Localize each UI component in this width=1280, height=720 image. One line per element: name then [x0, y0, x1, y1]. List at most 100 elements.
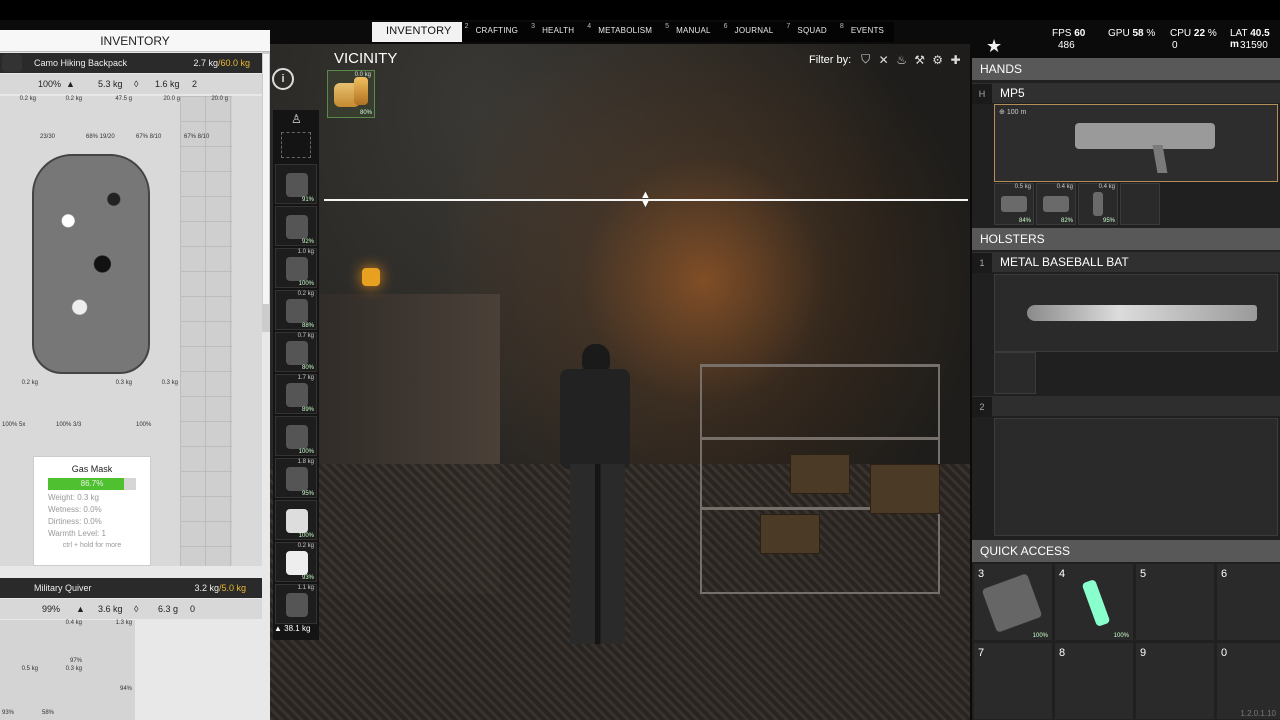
fps-readout: FPS 60	[1052, 28, 1085, 39]
resize-arrows-icon[interactable]: ▲ ▼	[640, 190, 651, 210]
medical-filter-icon[interactable]: ✚	[948, 53, 963, 67]
backpack-stat-2: 1.6 kg	[155, 79, 180, 89]
vicinity-item-slot[interactable]: 0.0 kg 80%	[327, 70, 375, 118]
equip-slot-socks[interactable]: 0.2 kg 93%	[275, 542, 317, 582]
clothing-filter-icon[interactable]: ⛉	[858, 52, 873, 67]
quick-slot-5[interactable]: 5	[1136, 564, 1214, 640]
tab-inventory[interactable]: INVENTORY	[372, 22, 462, 42]
slot-condition: 82%	[1060, 218, 1073, 224]
tab-crafting[interactable]: 2 CRAFTING	[461, 22, 529, 42]
info-icon[interactable]: i	[272, 68, 294, 90]
equip-slot-vest[interactable]: 1.0 kg 100%	[275, 248, 317, 288]
quiver-capacity: /5.0 kg	[218, 583, 246, 593]
holster-1-attachment[interactable]	[994, 352, 1036, 394]
tab-metabolism[interactable]: 4 METABOLISM	[584, 22, 663, 42]
star-icon[interactable]: ★	[986, 36, 1002, 57]
tab-label: HEALTH	[542, 26, 575, 35]
scrollbar-thumb[interactable]	[263, 54, 269, 304]
body-icon[interactable]: ♙	[291, 112, 302, 126]
quick-slot-7[interactable]: 7	[974, 643, 1052, 719]
equip-slot-gloves[interactable]: 1.7 kg 89%	[275, 374, 317, 414]
slot-condition: 84%	[1018, 218, 1031, 224]
inventory-item-keys[interactable]: 0.3 kg 58%	[40, 666, 84, 716]
inventory-item-canteen[interactable]: 1.3 kg 94%	[84, 620, 134, 692]
inventory-item-tape[interactable]: 0.2 kg 23/30	[38, 96, 84, 140]
equip-slot-pants[interactable]: 1.8 kg 95%	[275, 458, 317, 498]
equip-slot-boots[interactable]: 1.1 kg	[275, 584, 317, 624]
cpu-sub-value: 0	[1172, 40, 1178, 51]
slot-weight: 0.2 kg	[297, 543, 314, 549]
quick-slot-6[interactable]: 6	[1217, 564, 1280, 640]
inventory-item-medkit[interactable]: 0.3 kg 100% 3/3	[54, 380, 134, 428]
slot-key: H	[972, 84, 992, 104]
tab-events[interactable]: 8 EVENTS	[836, 22, 895, 42]
game-viewport[interactable]: ▲ ▼	[270, 44, 970, 720]
wall-lamp	[362, 268, 380, 286]
hands-weapon-slot[interactable]: ⊕ 100 m	[994, 104, 1278, 182]
inventory-panel: INVENTORY Camo Hiking Backpack 2.7 kg/60…	[0, 30, 270, 720]
crafting-filter-icon[interactable]: ⚙	[930, 53, 945, 67]
flashlight-icon	[1043, 196, 1069, 212]
slot-weight: 1.1 kg	[297, 585, 314, 591]
attachment-slot-muzzle[interactable]: 0.5 kg 84%	[994, 183, 1034, 225]
inventory-item-pack[interactable]: 20.0 g 67% 8/10	[182, 96, 230, 140]
attachment-slot-empty[interactable]	[1120, 183, 1160, 225]
inventory-item-padlock[interactable]: 0.5 kg 93%	[0, 666, 40, 716]
quiver-bar[interactable]: Military Quiver 3.2 kg/5.0 kg	[0, 578, 262, 598]
quick-slot-9[interactable]: 9	[1136, 643, 1214, 719]
item-condition: 100%	[136, 422, 152, 428]
equip-slot-belt[interactable]: 100%	[275, 416, 317, 456]
tab-number: 7	[786, 23, 791, 30]
backpack-bar[interactable]: Camo Hiking Backpack 2.7 kg/60.0 kg	[0, 53, 262, 73]
tab-health[interactable]: 3 HEALTH	[528, 22, 585, 42]
gpu-unit: %	[1146, 28, 1156, 39]
socks-icon	[286, 551, 308, 575]
inventory-item-syringe[interactable]: 0.3 kg 100%	[134, 380, 180, 428]
bottle-icon	[354, 77, 368, 105]
quiver-stats: 99% ▲ 3.6 kg ◊ 6.3 g 0	[0, 599, 262, 619]
inventory-item-radio[interactable]: 0.2 kg 100% 5x	[0, 380, 40, 428]
equip-slot-face[interactable]: 92%	[275, 206, 317, 246]
quick-slot-4[interactable]: 4 100%	[1055, 564, 1133, 640]
filter-label: Filter by:	[809, 53, 852, 66]
tools-filter-icon[interactable]: ⚒	[912, 53, 927, 67]
lat-label: LAT	[1230, 28, 1248, 39]
equip-slot-head[interactable]: 91%	[275, 164, 317, 204]
food-filter-icon[interactable]: ♨	[894, 53, 909, 67]
inventory-item-knife[interactable]: 0.4 kg 97%	[0, 620, 84, 664]
quick-slot-0[interactable]: 0	[1217, 643, 1280, 719]
inventory-item-tape[interactable]: 0.2 kg	[0, 96, 38, 140]
equip-slot-shirt[interactable]: 0.2 kg 88%	[275, 290, 317, 330]
tab-label: CRAFTING	[475, 26, 519, 35]
inventory-scrollbar[interactable]	[262, 52, 270, 332]
holster-2-slot[interactable]	[994, 418, 1278, 536]
jacket-icon	[286, 341, 308, 365]
item-condition: 97%	[69, 658, 82, 664]
item-condition: 58%	[42, 710, 55, 716]
equip-slot-underwear[interactable]: 100%	[275, 500, 317, 540]
quiver-contents[interactable]: 0.4 kg 97% 1.3 kg 94% 0.5 kg 93% 0.3 kg …	[0, 620, 135, 720]
weapon-range-value: 100 m	[1006, 109, 1027, 116]
tab-journal[interactable]: 6 JOURNAL	[720, 22, 784, 42]
quiver-weight: 3.2 kg/5.0 kg	[194, 583, 246, 593]
tab-squad[interactable]: 7 SQUAD	[783, 22, 837, 42]
shirt-icon	[286, 299, 308, 323]
fps-sub-value: 486	[1058, 40, 1075, 51]
inventory-header: INVENTORY	[0, 30, 270, 52]
attachment-slot-light[interactable]: 0.4 kg 82%	[1036, 183, 1076, 225]
item-weight: 0.3 kg	[161, 380, 178, 386]
attachment-slot-magazine[interactable]: 0.4 kg 95%	[1078, 183, 1118, 225]
holster-1-slot[interactable]	[994, 274, 1278, 352]
inventory-item-bandage[interactable]: 47.5 g 68% 19/20	[84, 96, 134, 140]
swap-icon[interactable]	[281, 132, 311, 158]
tooltip-weight: Weight: 0.3 kg	[48, 493, 99, 502]
equip-slot-jacket[interactable]: 0.7 kg 80%	[275, 332, 317, 372]
tab-number: 3	[531, 23, 536, 30]
slot-key: 6	[1221, 568, 1228, 580]
quick-slot-3[interactable]: 3 100%	[974, 564, 1052, 640]
inventory-item-pack[interactable]: 20.0 g 67% 8/10	[134, 96, 182, 140]
backpack-grid[interactable]	[180, 96, 232, 566]
weapons-filter-icon[interactable]: ✕	[876, 53, 891, 67]
tab-manual[interactable]: 5 MANUAL	[662, 22, 721, 42]
quick-slot-8[interactable]: 8	[1055, 643, 1133, 719]
